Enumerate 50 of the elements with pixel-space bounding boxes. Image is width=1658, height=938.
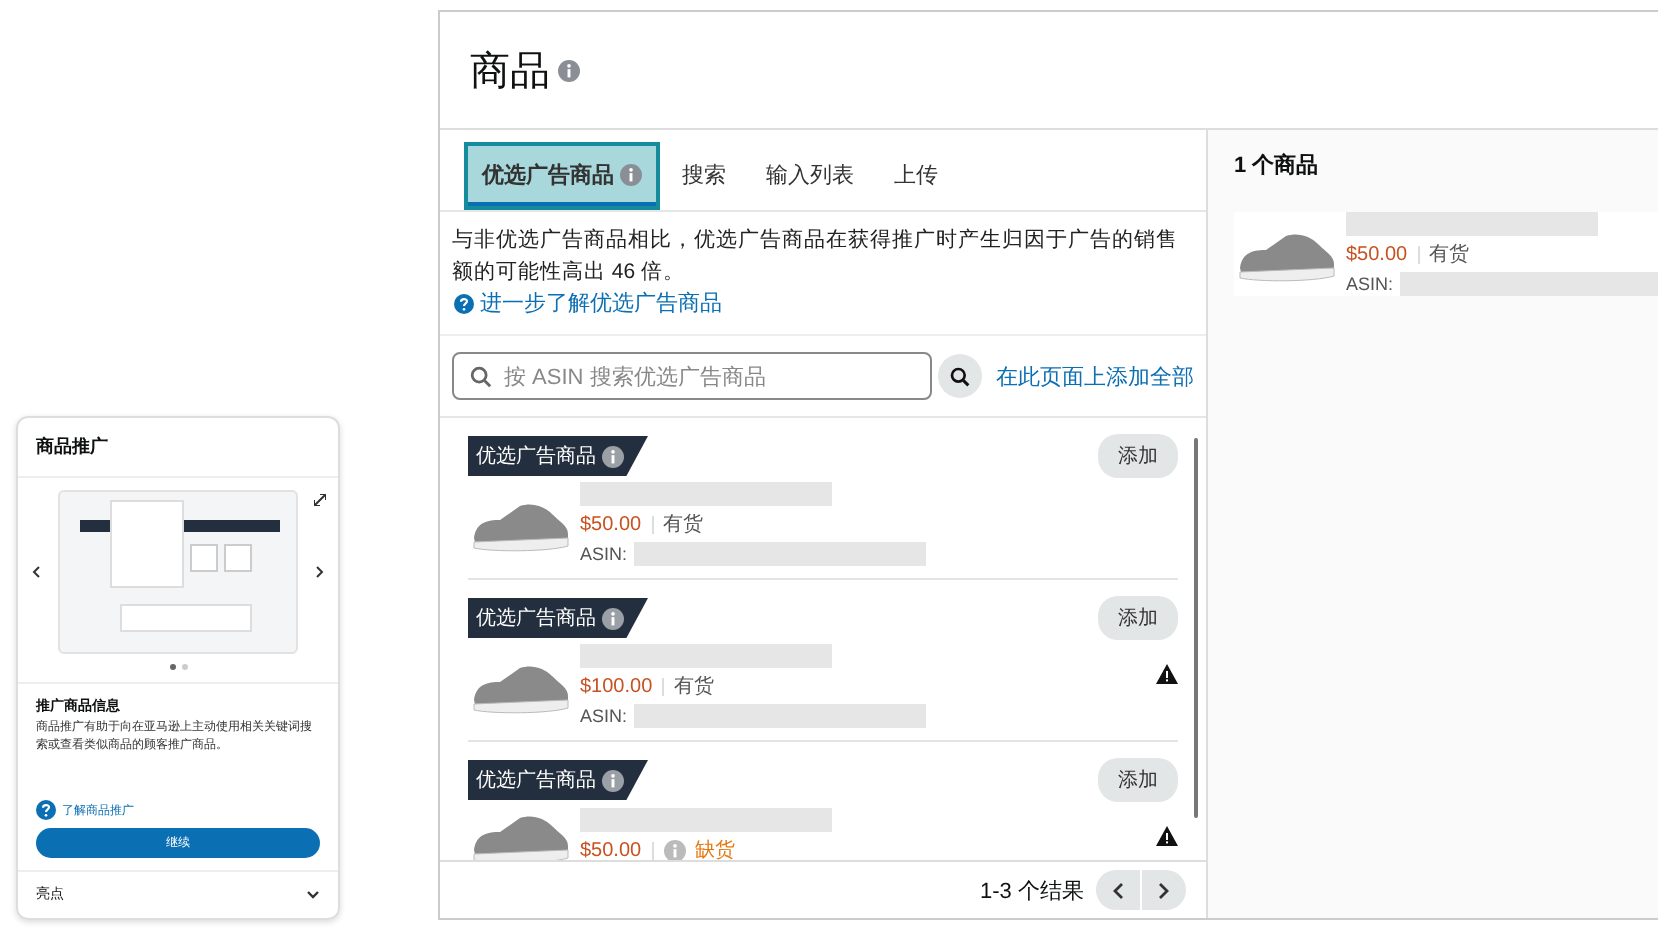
- asin-label: ASIN:: [580, 706, 628, 726]
- search-icon: [470, 365, 492, 387]
- stock-status: 有货: [674, 674, 715, 700]
- info-icon: [602, 769, 624, 791]
- carousel-dot[interactable]: [181, 664, 187, 670]
- add-button[interactable]: 添加: [1098, 434, 1178, 478]
- add-all-link[interactable]: 在此页面上添加全部: [996, 361, 1194, 391]
- tab[interactable]: 搜索: [664, 142, 744, 210]
- featured-badge: 优选广告商品: [468, 760, 648, 800]
- search-button[interactable]: [938, 354, 982, 398]
- chevron-down-icon[interactable]: [306, 889, 320, 899]
- help-icon: [454, 293, 474, 313]
- info-icon: [620, 164, 642, 186]
- selected-count: 1 个商品: [1234, 151, 1321, 180]
- tab[interactable]: 优选广告商品: [464, 142, 660, 210]
- chevron-right-icon[interactable]: [316, 566, 324, 578]
- stock-status: 有货: [1429, 242, 1470, 268]
- info-icon: [558, 59, 580, 81]
- chevron-left-icon[interactable]: [32, 566, 40, 578]
- featured-badge: 优选广告商品: [468, 436, 648, 476]
- asin-label: ASIN:: [580, 544, 628, 564]
- tab[interactable]: 上传: [876, 142, 956, 210]
- info-icon: [602, 445, 624, 467]
- card-title: 商品推广: [18, 418, 338, 478]
- search-field[interactable]: 按 ASIN 搜索优选广告商品: [452, 352, 932, 400]
- price: $50.00: [580, 513, 642, 535]
- carousel-dot[interactable]: [169, 664, 175, 670]
- previous-page-button[interactable]: [1096, 870, 1140, 910]
- info-icon: [602, 607, 624, 629]
- notice-text: 与非优选广告商品相比，优选广告商品在获得推广时产生归因于广告的销售额的可能性高出 46 倍。: [450, 226, 1180, 288]
- asin-label: ASIN:: [1346, 274, 1394, 294]
- search-icon: [950, 365, 970, 387]
- chevron-left-icon: [1112, 881, 1124, 899]
- add-button[interactable]: 添加: [1098, 596, 1178, 640]
- panel-title: 商品: [470, 47, 550, 97]
- price: $100.00: [580, 675, 653, 697]
- stock-status: 缺货: [695, 837, 736, 860]
- expand-icon[interactable]: [314, 494, 326, 506]
- price: $50.00: [1346, 243, 1408, 265]
- chevron-right-icon: [1158, 881, 1170, 899]
- tab[interactable]: 输入列表: [748, 142, 872, 210]
- stock-status: 有货: [663, 512, 704, 538]
- add-button[interactable]: 添加: [1098, 758, 1178, 802]
- featured-badge: 优选广告商品: [468, 598, 648, 638]
- results-count: 1-3 个结果: [980, 877, 1084, 905]
- next-page-button[interactable]: [1142, 870, 1186, 910]
- learn-more-link[interactable]: 进一步了解优选广告商品: [480, 288, 722, 318]
- info-icon: [663, 839, 686, 860]
- price: $50.00: [580, 839, 642, 860]
- help-icon: [36, 800, 56, 820]
